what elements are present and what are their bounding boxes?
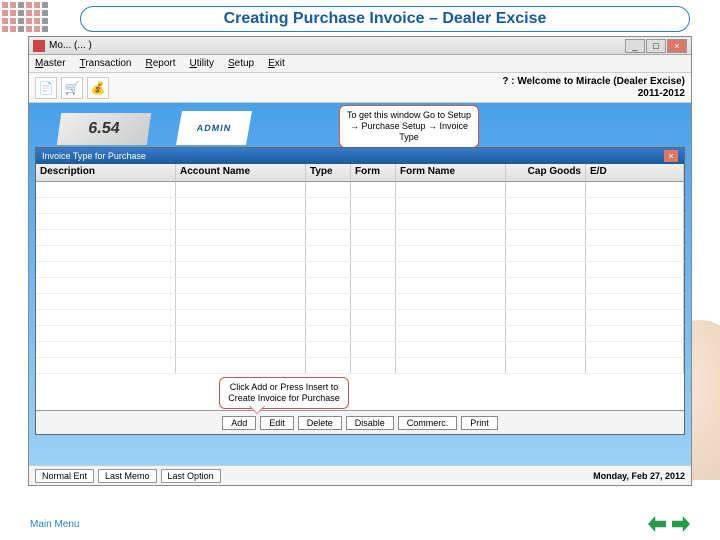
prev-arrow-icon[interactable]	[648, 516, 666, 532]
table-row	[36, 326, 684, 342]
dialog-titlebar: Invoice Type for Purchase ×	[36, 148, 684, 164]
col-ed[interactable]: E/D	[586, 164, 684, 181]
callout-top: To get this window Go to Setup → Purchas…	[339, 105, 479, 148]
status-last-option[interactable]: Last Option	[161, 469, 221, 483]
edit-button[interactable]: Edit	[260, 416, 294, 430]
status-bar: Normal Ent Last Memo Last Option Monday,…	[29, 465, 691, 485]
col-account-name[interactable]: Account Name	[176, 164, 306, 181]
menu-master[interactable]: MMasteraster	[35, 58, 66, 69]
toolbar-btn-1[interactable]: 📄	[35, 77, 57, 99]
table-row	[36, 198, 684, 214]
table-row	[36, 294, 684, 310]
menu-utility[interactable]: Utility	[190, 58, 214, 69]
table-body[interactable]	[36, 182, 684, 410]
dialog-close-button[interactable]: ×	[664, 150, 678, 162]
window-title-text: Mo... (... )	[49, 40, 92, 51]
toolbar-btn-2[interactable]: 🛒	[61, 77, 83, 99]
disable-button[interactable]: Disable	[346, 416, 394, 430]
invoice-type-dialog: Invoice Type for Purchase × Description …	[35, 147, 685, 435]
next-arrow-icon[interactable]	[672, 516, 690, 532]
col-cap-goods[interactable]: Cap Goods	[506, 164, 586, 181]
slide-nav	[648, 516, 690, 532]
commerc-button[interactable]: Commerc.	[398, 416, 458, 430]
col-form[interactable]: Form	[351, 164, 396, 181]
table-header: Description Account Name Type Form Form …	[36, 164, 684, 182]
col-type[interactable]: Type	[306, 164, 351, 181]
slide-title: Creating Purchase Invoice – Dealer Excis…	[80, 6, 690, 32]
toolbar: 📄 🛒 💰 ? : Welcome to Miracle (Dealer Exc…	[29, 73, 691, 103]
app-icon	[33, 40, 45, 52]
menu-bar: MMasteraster Transaction Report Utility …	[29, 55, 691, 73]
table-row	[36, 262, 684, 278]
status-last-memo[interactable]: Last Memo	[98, 469, 157, 483]
col-form-name[interactable]: Form Name	[396, 164, 506, 181]
minimize-button[interactable]: _	[625, 39, 645, 53]
callout-bottom: Click Add or Press Insert to Create Invo…	[219, 377, 349, 409]
decor-dots	[2, 2, 48, 32]
table-row	[36, 214, 684, 230]
delete-button[interactable]: Delete	[298, 416, 342, 430]
admin-badge: ADMIN	[176, 111, 252, 145]
close-button[interactable]: ×	[667, 39, 687, 53]
menu-transaction[interactable]: Transaction	[80, 58, 132, 69]
bg-tile-number: 6.54	[57, 113, 151, 145]
col-description[interactable]: Description	[36, 164, 176, 181]
window-controls: _ □ ×	[625, 39, 687, 53]
window-titlebar: Mo... (... ) _ □ ×	[29, 37, 691, 55]
table-row	[36, 358, 684, 374]
table-row	[36, 182, 684, 198]
menu-report[interactable]: Report	[145, 58, 175, 69]
table-row	[36, 230, 684, 246]
table-row	[36, 310, 684, 326]
dialog-title-text: Invoice Type for Purchase	[42, 151, 146, 161]
welcome-line1: ? : Welcome to Miracle (Dealer Excise)	[502, 76, 685, 88]
status-normal-ent[interactable]: Normal Ent	[35, 469, 94, 483]
toolbar-btn-3[interactable]: 💰	[87, 77, 109, 99]
menu-exit[interactable]: Exit	[268, 58, 285, 69]
welcome-line2: 2011-2012	[502, 88, 685, 100]
status-date: Monday, Feb 27, 2012	[593, 471, 685, 481]
menu-setup[interactable]: Setup	[228, 58, 254, 69]
app-window: Mo... (... ) _ □ × MMasteraster Transact…	[28, 36, 692, 486]
workspace: 6.54 ADMIN To get this window Go to Setu…	[29, 103, 691, 465]
dialog-buttons: Add Edit Delete Disable Commerc. Print	[36, 410, 684, 434]
table-row	[36, 278, 684, 294]
main-menu-link[interactable]: Main Menu	[30, 519, 79, 530]
table-row	[36, 342, 684, 358]
maximize-button[interactable]: □	[646, 39, 666, 53]
welcome-text: ? : Welcome to Miracle (Dealer Excise) 2…	[502, 76, 685, 100]
print-button[interactable]: Print	[461, 416, 498, 430]
table-row	[36, 246, 684, 262]
